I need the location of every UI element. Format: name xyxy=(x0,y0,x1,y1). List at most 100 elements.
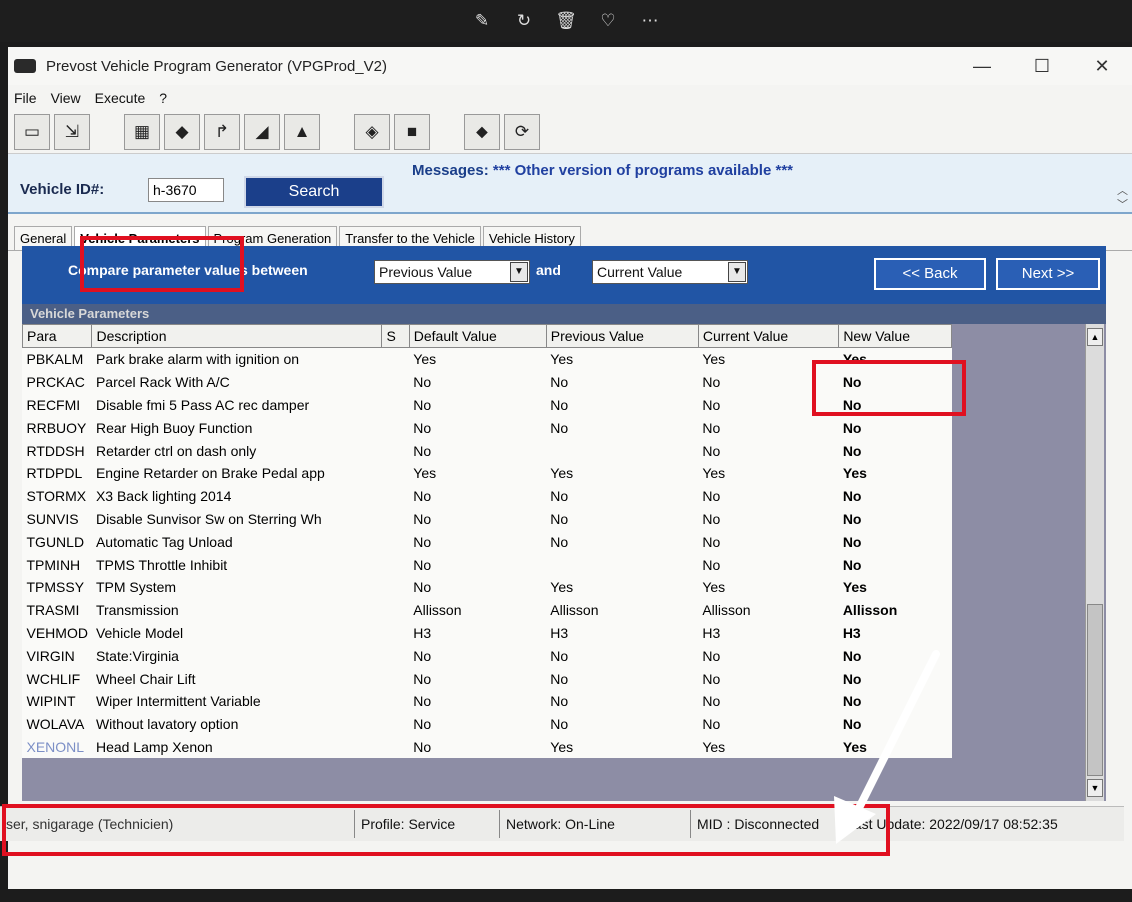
cell-pv: No xyxy=(550,670,569,687)
grid-scrollbar[interactable]: ▲ ▼ xyxy=(1085,324,1104,801)
edit-icon[interactable]: ✎ xyxy=(471,11,493,31)
col-new-value[interactable]: New Value xyxy=(838,324,952,348)
minimize-button[interactable]: — xyxy=(952,56,1012,77)
toolbar: ▭ ⇲ ▦ ◆ ↱ ◢ ▲ ◈ ■ ⬥ ⟳ xyxy=(8,111,1132,154)
back-button[interactable]: << Back xyxy=(874,258,986,290)
table-row[interactable]: STORMX X3 Back lighting 2014 No No No No xyxy=(23,485,952,508)
compare-to-select[interactable]: Current Value ▼ xyxy=(592,260,748,284)
col-previous-value[interactable]: Previous Value xyxy=(545,324,699,348)
table-row[interactable]: WIPINT Wiper Intermittent Variable No No No N… xyxy=(23,690,952,713)
table-row[interactable]: TGUNLD Automatic Tag Unload No No No No xyxy=(23,530,952,553)
compare-from-select[interactable]: Previous Value ▼ xyxy=(374,260,530,284)
rotate-icon[interactable]: ↻ xyxy=(513,11,535,31)
chevron-down-icon[interactable]: ▼ xyxy=(728,262,746,282)
cell-code: TRASMI xyxy=(26,602,80,619)
table-row[interactable]: WCHLIF Wheel Chair Lift No No No No xyxy=(23,667,952,690)
table-row[interactable]: TPMINH TPMS Throttle Inhibit No No No xyxy=(23,553,952,576)
cell-nv: No xyxy=(842,488,862,505)
cell-s xyxy=(382,371,409,394)
close-button[interactable]: ✕ xyxy=(1072,56,1132,77)
new-document-icon[interactable]: ▭ xyxy=(14,114,50,150)
cell-pv: No xyxy=(550,716,569,733)
cell-pv: Yes xyxy=(550,579,574,596)
col-para[interactable]: Para xyxy=(21,324,93,348)
more-icon[interactable]: ⋯ xyxy=(639,11,661,31)
table-row[interactable]: VIRGIN State:Virginia No No No No xyxy=(23,644,952,667)
table-row[interactable]: TRASMI Transmission Allisson Allisson Alliss… xyxy=(23,599,952,622)
table-row[interactable]: VEHMOD Vehicle Model H3 H3 H3 H3 xyxy=(23,622,952,645)
seat-icon[interactable]: ◢ xyxy=(244,114,280,150)
col-current-value[interactable]: Current Value xyxy=(697,324,840,348)
highlight-tab-annotation xyxy=(80,236,244,292)
cell-nv: Allisson xyxy=(842,602,898,619)
compare-from-value: Previous Value xyxy=(379,264,473,280)
menu-execute[interactable]: Execute xyxy=(95,90,146,106)
trash-icon[interactable]: 🗑 xyxy=(555,11,577,31)
cell-s xyxy=(382,599,409,622)
refresh-icon[interactable]: ⟳ xyxy=(504,114,540,150)
device-icon[interactable]: ■ xyxy=(394,114,430,150)
cell-desc: Wheel Chair Lift xyxy=(95,670,196,687)
connector-icon[interactable]: ↱ xyxy=(204,114,240,150)
cell-pv xyxy=(546,553,698,576)
cell-pv: No xyxy=(550,510,569,527)
cell-nv: No xyxy=(842,442,862,459)
exit-icon[interactable]: ⇲ xyxy=(54,114,90,150)
col-s[interactable]: S xyxy=(381,324,410,348)
book-icon[interactable]: ◈ xyxy=(354,114,390,150)
arrow-annotation-icon xyxy=(834,650,940,844)
cell-dv: Yes xyxy=(413,465,437,482)
cell-nv: No xyxy=(842,510,862,527)
table-row[interactable]: WOLAVA Without lavatory option No No No No xyxy=(23,713,952,736)
panel-title: Vehicle Parameters xyxy=(22,304,1106,324)
cell-nv: No xyxy=(842,556,862,573)
cell-dv: No xyxy=(413,533,432,550)
table-row[interactable]: RRBUOY Rear High Buoy Function No No No No xyxy=(23,416,952,439)
cell-dv: No xyxy=(413,442,432,459)
table-row[interactable]: SUNVIS Disable Sunvisor Sw on Sterring Wh… xyxy=(23,508,952,531)
maximize-button[interactable]: ☐ xyxy=(1012,56,1072,77)
cell-cv: No xyxy=(702,556,721,573)
scroll-down-icon[interactable]: ▼ xyxy=(1087,779,1103,797)
cell-code: RTDDSH xyxy=(26,442,85,459)
module-icon[interactable]: ▦ xyxy=(124,114,160,150)
cell-nv: Yes xyxy=(842,465,867,482)
menu-file[interactable]: File xyxy=(14,90,37,106)
next-button[interactable]: Next >> xyxy=(996,258,1100,290)
table-row[interactable]: RTDPDL Engine Retarder on Brake Pedal app… xyxy=(23,462,952,485)
cell-dv: No xyxy=(413,510,432,527)
scroll-thumb[interactable] xyxy=(1087,604,1103,776)
cell-nv: No xyxy=(842,533,862,550)
cell-cv: H3 xyxy=(702,624,721,641)
cell-code: WIPINT xyxy=(26,693,76,710)
cell-pv: No xyxy=(550,647,569,664)
col-description[interactable]: Description xyxy=(91,324,383,348)
cell-cv: No xyxy=(702,488,721,505)
cell-pv: No xyxy=(550,374,569,391)
scroll-up-icon[interactable]: ▲ xyxy=(1087,328,1103,346)
table-row[interactable]: XENONL Head Lamp Xenon No Yes Yes Yes xyxy=(23,736,952,759)
search-button[interactable]: Search xyxy=(244,176,384,208)
cell-s xyxy=(382,553,409,576)
cell-code: TGUNLD xyxy=(26,533,85,550)
heart-icon[interactable]: ♡ xyxy=(597,11,619,31)
cell-dv: No xyxy=(413,374,432,391)
chevron-down-icon[interactable]: ▼ xyxy=(510,262,528,282)
col-default-value[interactable]: Default Value xyxy=(408,324,547,348)
table-row[interactable]: TPMSSY TPM System No Yes Yes Yes xyxy=(23,576,952,599)
vehicle-id-input[interactable]: h-3670 xyxy=(148,178,224,202)
cell-desc: Wiper Intermittent Variable xyxy=(95,693,261,710)
scroll-arrows-icon[interactable]: ︿ ﹀ xyxy=(1117,184,1128,212)
app-icon xyxy=(14,59,36,73)
cell-pv xyxy=(546,439,698,462)
menu-help[interactable]: ? xyxy=(159,90,167,106)
cell-pv: No xyxy=(550,693,569,710)
menu-view[interactable]: View xyxy=(51,90,81,106)
cell-desc: Disable Sunvisor Sw on Sterring Wh xyxy=(95,510,322,527)
cell-code: TPMINH xyxy=(26,556,81,573)
table-row[interactable]: RTDDSH Retarder ctrl on dash only No No No xyxy=(23,439,952,462)
diamond-arrow-icon[interactable]: ⬥ xyxy=(464,114,500,150)
bag-icon[interactable]: ▲ xyxy=(284,114,320,150)
cell-dv: No xyxy=(413,647,432,664)
sensor-icon[interactable]: ◆ xyxy=(164,114,200,150)
